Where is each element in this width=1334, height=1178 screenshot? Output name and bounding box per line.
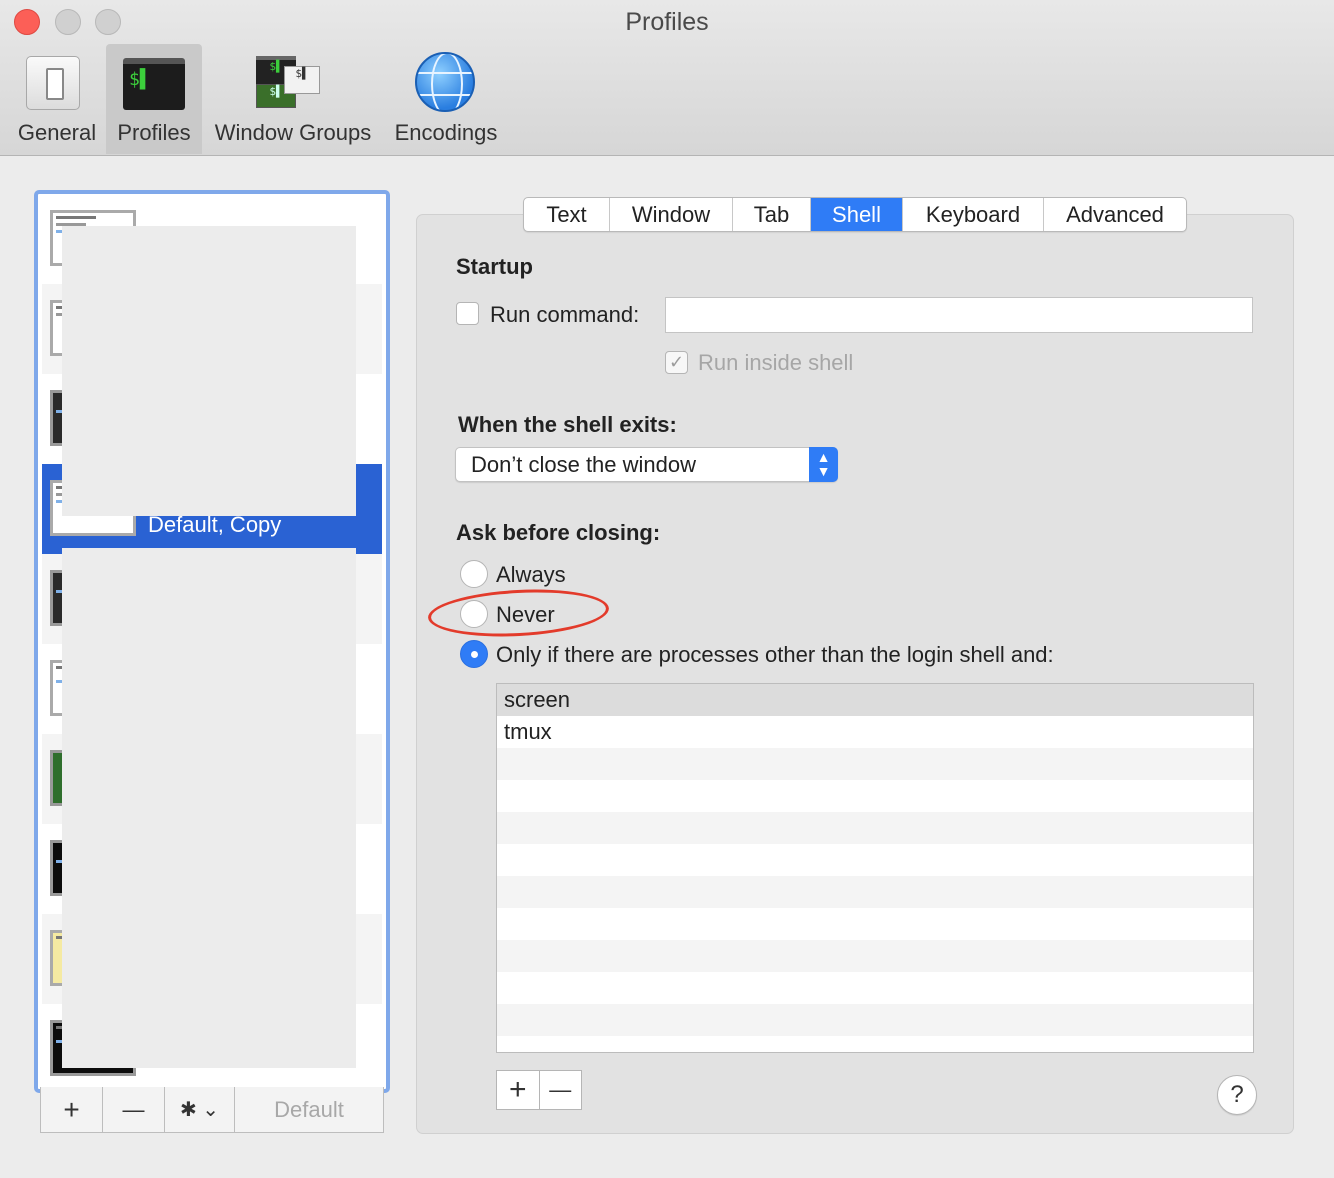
empty-row bbox=[497, 780, 1253, 812]
toolbar-general-label: General bbox=[17, 120, 97, 145]
toolbar-encodings-label: Encodings bbox=[394, 120, 498, 145]
profile-list[interactable]: Default, Copy bbox=[34, 190, 390, 1093]
startup-heading: Startup bbox=[456, 254, 533, 279]
table-row[interactable]: screen bbox=[497, 684, 1253, 716]
table-row[interactable]: tmux bbox=[497, 716, 1253, 748]
empty-row bbox=[497, 748, 1253, 780]
remove-process-button[interactable]: — bbox=[540, 1071, 582, 1109]
window-groups-icon: $▌ $▌ $▌ bbox=[256, 56, 322, 110]
shell-exits-popup[interactable]: Don’t close the window ▲ ▼ bbox=[455, 447, 838, 482]
gear-menu-button[interactable]: ✱ ⌄ bbox=[165, 1087, 235, 1132]
shell-exits-value: Don’t close the window bbox=[471, 452, 697, 477]
toolbar-profiles[interactable]: $▌ Profiles bbox=[106, 44, 202, 154]
run-inside-shell-checkbox[interactable]: ✓ bbox=[665, 351, 688, 374]
ask-before-closing-heading: Ask before closing: bbox=[456, 520, 661, 545]
shell-exits-heading: When the shell exits: bbox=[458, 412, 677, 437]
title-bar: Profiles General $▌ Profiles $▌ $▌ $▌ Wi… bbox=[0, 0, 1334, 156]
redaction-block bbox=[62, 548, 356, 1068]
empty-row bbox=[497, 908, 1253, 940]
run-command-label: Run command: bbox=[490, 302, 640, 327]
profile-list-footer: + — ✱ ⌄ Default bbox=[40, 1087, 384, 1133]
add-process-button[interactable]: + bbox=[497, 1071, 540, 1109]
window-title: Profiles bbox=[625, 8, 709, 36]
process-table[interactable]: screen tmux bbox=[496, 683, 1254, 1053]
empty-row bbox=[497, 1004, 1253, 1036]
window-groups-icon-window-2: $▌ bbox=[284, 66, 320, 94]
table-buttons: + — bbox=[496, 1070, 582, 1110]
empty-row bbox=[497, 940, 1253, 972]
tab-advanced[interactable]: Advanced bbox=[1044, 198, 1186, 231]
run-inside-shell-label: Run inside shell bbox=[698, 350, 854, 375]
radio-always[interactable] bbox=[460, 560, 488, 588]
radio-only-if[interactable] bbox=[460, 640, 488, 668]
terminal-icon: $▌ bbox=[123, 58, 185, 110]
tab-text[interactable]: Text bbox=[524, 198, 610, 231]
tab-keyboard[interactable]: Keyboard bbox=[903, 198, 1044, 231]
globe-icon bbox=[415, 52, 475, 112]
redaction-block bbox=[62, 226, 356, 516]
radio-only-if-label: Only if there are processes other than t… bbox=[496, 642, 1054, 667]
empty-row bbox=[497, 972, 1253, 1004]
toolbar-profiles-label: Profiles bbox=[117, 120, 191, 145]
terminal-icon-prompt: $▌ bbox=[129, 69, 151, 90]
toolbar-window-groups-label: Window Groups bbox=[214, 120, 372, 145]
radio-always-label: Always bbox=[496, 562, 566, 587]
empty-row bbox=[497, 876, 1253, 908]
run-command-field[interactable] bbox=[665, 297, 1253, 333]
empty-row bbox=[497, 1036, 1253, 1052]
default-button[interactable]: Default bbox=[235, 1087, 383, 1132]
settings-tabs: Text Window Tab Shell Keyboard Advanced bbox=[523, 197, 1187, 232]
tab-tab[interactable]: Tab bbox=[733, 198, 811, 231]
tab-shell[interactable]: Shell bbox=[811, 198, 903, 231]
toolbar-window-groups[interactable]: $▌ $▌ $▌ Window Groups bbox=[206, 44, 380, 154]
toolbar-general[interactable]: General bbox=[10, 44, 104, 154]
run-command-checkbox[interactable] bbox=[456, 302, 479, 325]
empty-row bbox=[497, 812, 1253, 844]
updown-chevron-icon: ▲ ▼ bbox=[809, 447, 838, 482]
toolbar-encodings[interactable]: Encodings bbox=[390, 44, 502, 154]
empty-row bbox=[497, 844, 1253, 876]
remove-profile-button[interactable]: — bbox=[103, 1087, 165, 1132]
general-switch-icon bbox=[26, 56, 80, 110]
tab-window[interactable]: Window bbox=[610, 198, 733, 231]
help-button[interactable]: ? bbox=[1217, 1075, 1257, 1115]
add-profile-button[interactable]: + bbox=[41, 1087, 103, 1132]
